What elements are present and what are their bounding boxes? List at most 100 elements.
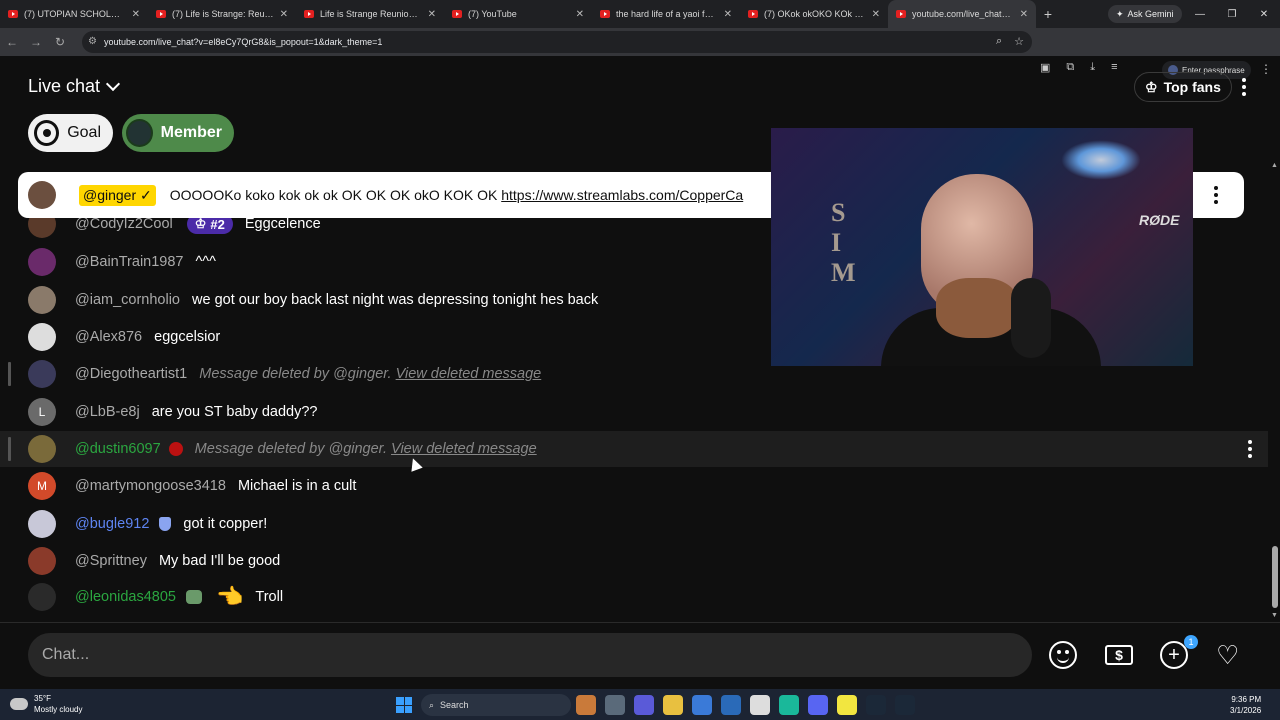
- store-icon[interactable]: [692, 695, 712, 715]
- author-name[interactable]: @bugle912: [75, 516, 149, 532]
- microphone: [1011, 278, 1051, 358]
- copilot-icon[interactable]: [634, 695, 654, 715]
- people-app-icon[interactable]: [576, 695, 596, 715]
- avatar[interactable]: M: [28, 472, 56, 500]
- browser-tab[interactable]: the hard life of a yaoi fangirl ✕: [592, 0, 740, 28]
- chevron-down-icon: [105, 76, 121, 92]
- moderator-shield-icon: [159, 517, 172, 531]
- pinned-link[interactable]: https://www.streamlabs.com/CopperCa: [501, 187, 743, 203]
- windows-start-icon[interactable]: [396, 697, 412, 713]
- pinned-menu-icon[interactable]: [1214, 186, 1218, 204]
- close-tab-icon[interactable]: ✕: [280, 9, 288, 20]
- goal-button[interactable]: Goal: [28, 114, 113, 152]
- scroll-up-icon[interactable]: ▲: [1271, 162, 1278, 169]
- steam-icon[interactable]: [866, 695, 886, 715]
- browser-tab[interactable]: (7) YouTube ✕: [444, 0, 592, 28]
- message-text: we got our boy back last night was depre…: [192, 292, 599, 308]
- avatar[interactable]: [28, 181, 56, 209]
- close-tab-icon[interactable]: ✕: [428, 9, 436, 20]
- browser-tab[interactable]: (7) OKok okOKO KOk ok oK✕: [740, 0, 888, 28]
- scroll-thumb[interactable]: [1272, 546, 1278, 608]
- message-menu-icon[interactable]: [1248, 440, 1252, 458]
- file-explorer-icon[interactable]: [663, 695, 683, 715]
- super-chat-icon[interactable]: $: [1105, 645, 1133, 665]
- weather-widget[interactable]: 35°F Mostly cloudy: [10, 693, 82, 715]
- url-field[interactable]: ⚙ youtube.com/live_chat?v=el8eCy7QrG8&is…: [82, 31, 1032, 53]
- minimize-button[interactable]: —: [1184, 0, 1216, 28]
- ask-gemini-button[interactable]: ✦ Ask Gemini: [1108, 5, 1182, 23]
- youtube-favicon-icon: [600, 10, 610, 18]
- member-badge-icon: [186, 590, 202, 604]
- author-name[interactable]: @martymongoose3418: [75, 478, 226, 494]
- avatar[interactable]: [28, 583, 56, 611]
- close-tab-icon[interactable]: ✕: [132, 9, 140, 20]
- terminal-app-icon[interactable]: [779, 695, 799, 715]
- new-tab-button[interactable]: +: [1036, 6, 1060, 22]
- taskview-icon[interactable]: [605, 695, 625, 715]
- author-name[interactable]: @leonidas4805: [75, 589, 176, 605]
- sticky-notes-icon[interactable]: [837, 695, 857, 715]
- taskbar-search[interactable]: ⌕ Search: [421, 694, 571, 716]
- chat-message[interactable]: M @martymongoose3418 Michael is in a cult: [0, 468, 1268, 504]
- author-name[interactable]: @Alex876: [75, 329, 142, 345]
- chat-message[interactable]: L @LbB-e8j are you ST baby daddy??: [0, 394, 1268, 430]
- browser-tab[interactable]: (7) Life is Strange: Reunion -✕: [148, 0, 296, 28]
- scroll-down-icon[interactable]: ▼: [1271, 612, 1278, 619]
- chat-scrollbar[interactable]: ▲ ▼: [1270, 162, 1280, 622]
- chrome-icon[interactable]: [750, 695, 770, 715]
- emoji-picker-icon[interactable]: [1049, 641, 1077, 669]
- avatar[interactable]: L: [28, 398, 56, 426]
- windows-taskbar: 35°F Mostly cloudy ⌕ Search 9:36 PM 3/1/202…: [0, 689, 1280, 720]
- author-name[interactable]: @Sprittney: [75, 553, 147, 569]
- mail-icon[interactable]: [721, 695, 741, 715]
- close-tab-icon[interactable]: ✕: [1020, 9, 1028, 20]
- avatar[interactable]: [28, 360, 56, 388]
- chat-message[interactable]: @Sprittney My bad I'll be good: [0, 543, 1268, 579]
- browser-tab[interactable]: Life is Strange Reunion Exclu✕: [296, 0, 444, 28]
- author-name[interactable]: @LbB-e8j: [75, 404, 140, 420]
- discord-icon[interactable]: [808, 695, 828, 715]
- author-name[interactable]: @iam_cornholio: [75, 292, 180, 308]
- streamer-video-overlay[interactable]: S I M RØDE: [771, 128, 1193, 366]
- close-tab-icon[interactable]: ✕: [872, 9, 880, 20]
- close-window-button[interactable]: ✕: [1248, 0, 1280, 28]
- chat-mode-selector[interactable]: Live chat: [28, 76, 121, 97]
- forward-icon[interactable]: →: [24, 35, 48, 49]
- chat-message[interactable]: @leonidas4805 👈 Troll: [0, 579, 1268, 615]
- view-deleted-link[interactable]: View deleted message: [391, 441, 537, 457]
- chat-menu-icon[interactable]: [1242, 78, 1246, 96]
- chat-message-deleted[interactable]: @dustin6097 Message deleted by @ginger. V…: [0, 431, 1268, 467]
- avatar[interactable]: [28, 248, 56, 276]
- browser-tab[interactable]: (7) UTOPIAN SCHOLASTIC✕: [0, 0, 148, 28]
- add-icon[interactable]: +1: [1160, 635, 1198, 669]
- top-fans-button[interactable]: ♔ Top fans: [1134, 72, 1232, 102]
- close-tab-icon[interactable]: ✕: [724, 9, 732, 20]
- member-button[interactable]: Member: [122, 114, 234, 152]
- author-name[interactable]: @Diegotheartist1: [75, 366, 187, 382]
- chat-input[interactable]: Chat...: [28, 633, 1032, 677]
- steam-icon[interactable]: [895, 695, 915, 715]
- browser-tab-active[interactable]: youtube.com/live_chat?v=el ✕: [888, 0, 1036, 28]
- close-tab-icon[interactable]: ✕: [576, 9, 584, 20]
- chat-header: Live chat ♔ Top fans: [0, 58, 1280, 112]
- heart-icon[interactable]: ♡: [1216, 641, 1239, 669]
- view-deleted-link[interactable]: View deleted message: [396, 366, 542, 382]
- restore-button[interactable]: ❐: [1216, 0, 1248, 28]
- avatar[interactable]: [28, 323, 56, 351]
- back-icon[interactable]: ←: [0, 35, 24, 49]
- zoom-icon[interactable]: ⌕: [996, 35, 1002, 48]
- author-name[interactable]: @BainTrain1987: [75, 254, 184, 270]
- avatar[interactable]: [28, 510, 56, 538]
- avatar[interactable]: [28, 435, 56, 463]
- author-name[interactable]: @dustin6097: [75, 441, 161, 457]
- deleted-indicator: [8, 362, 11, 386]
- author-name[interactable]: @CodyIz2Cool: [75, 216, 173, 232]
- site-info-icon[interactable]: ⚙: [88, 36, 97, 47]
- avatar[interactable]: [28, 286, 56, 314]
- bookmark-star-icon[interactable]: ☆: [1014, 35, 1024, 48]
- taskbar-clock[interactable]: 9:36 PM 3/1/2026: [1230, 694, 1261, 716]
- avatar[interactable]: [28, 547, 56, 575]
- chat-message[interactable]: @bugle912 got it copper!: [0, 506, 1268, 542]
- owner-name[interactable]: @ginger: [83, 187, 136, 203]
- reload-icon[interactable]: ↻: [48, 35, 72, 49]
